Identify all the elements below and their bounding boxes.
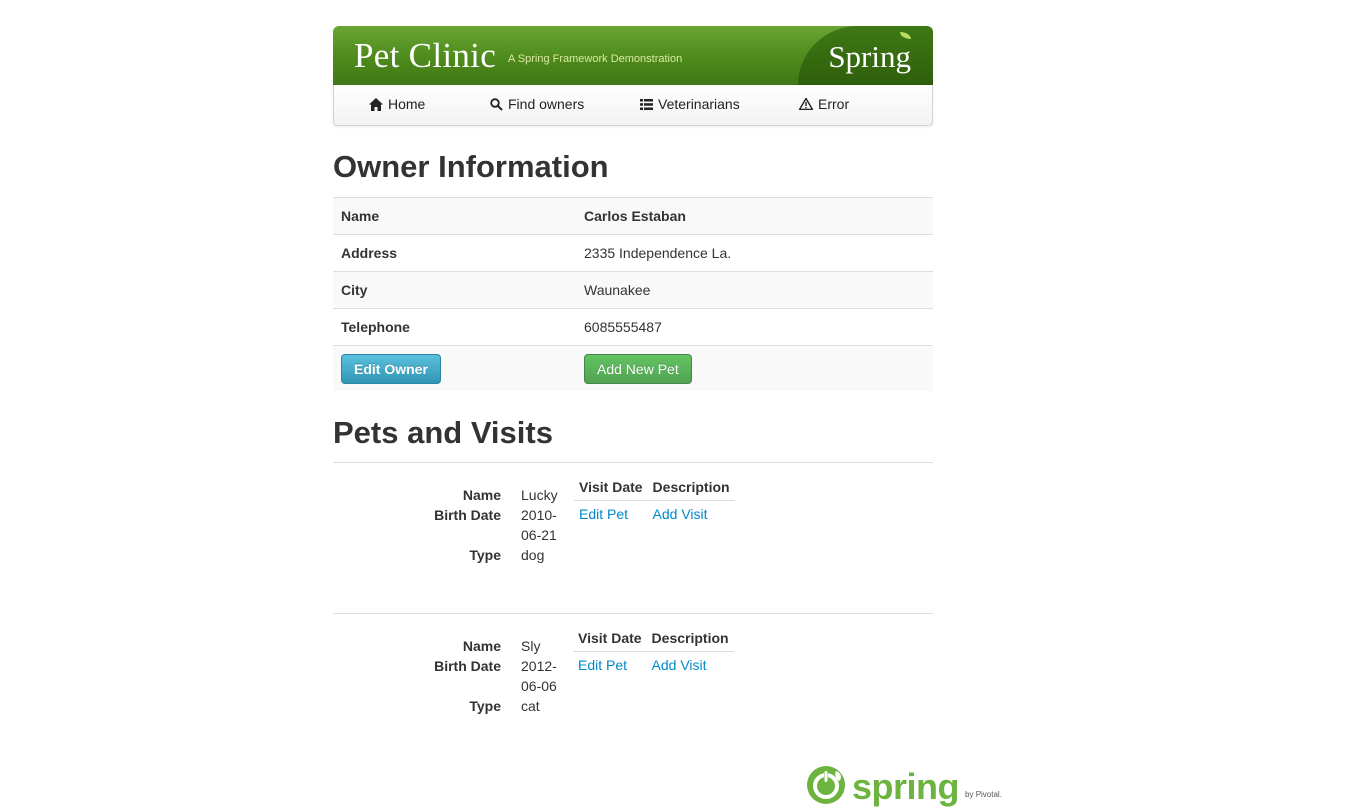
owner-city-value: Waunakee (576, 271, 933, 309)
owner-name-label: Name (333, 197, 576, 235)
nav-find-owners[interactable]: Find owners (490, 96, 584, 112)
pet-type-label: Type (469, 698, 501, 714)
nav-error-label: Error (818, 96, 850, 112)
spring-logo-text: Spring (828, 39, 911, 74)
spring-logo-icon (807, 766, 845, 804)
owner-info-table: Name Carlos Estaban Address 2335 Indepen… (333, 197, 933, 391)
pet-birth-date-label: Birth Date (434, 658, 501, 674)
owner-row-telephone: Telephone 6085555487 (333, 308, 933, 346)
owner-telephone-label: Telephone (333, 308, 576, 346)
owner-actions-row: Edit Owner Add New Pet (333, 345, 933, 391)
edit-owner-button[interactable]: Edit Owner (341, 353, 441, 384)
footer-logo-by: by Pivotal. (965, 790, 1002, 799)
list-icon (640, 98, 653, 110)
nav-home[interactable]: Home (369, 96, 425, 112)
footer-logo-word: spring (852, 766, 960, 807)
pet-type-value: dog (521, 547, 545, 563)
pet-name-label: Name (462, 487, 501, 503)
owner-heading: Owner Information (333, 149, 609, 184)
visits-table: Visit Date Description Edit Pet Add Visi… (573, 626, 734, 678)
warning-icon (799, 98, 813, 110)
owner-row-city: City Waunakee (333, 271, 933, 309)
edit-pet-link[interactable]: Edit Pet (579, 506, 628, 522)
pet-birth-date-value: 2012- (521, 658, 557, 674)
owner-name-value: Carlos Estaban (576, 197, 933, 235)
pet-birth-date-value-cont: 06-06 (521, 678, 557, 694)
pet-divider (333, 462, 933, 463)
pet-birth-date-value: 2010- (521, 507, 557, 523)
visit-date-header: Visit Date (574, 475, 648, 501)
owner-city-label: City (333, 271, 576, 309)
visit-description-header: Description (647, 475, 735, 501)
visit-description-header: Description (646, 626, 734, 652)
main-navbar: Home Find owners Veterinarians Error (333, 85, 933, 126)
search-icon (490, 97, 503, 111)
owner-telephone-value: 6085555487 (576, 308, 933, 346)
pet-name-label: Name (462, 638, 501, 654)
nav-home-label: Home (388, 96, 426, 112)
pet-birth-date-label: Birth Date (434, 507, 501, 523)
header-banner: Pet Clinic A Spring Framework Demonstrat… (333, 26, 933, 85)
add-visit-link[interactable]: Add Visit (652, 657, 707, 673)
add-visit-link[interactable]: Add Visit (653, 506, 708, 522)
pet-divider (333, 613, 933, 614)
owner-row-name: Name Carlos Estaban (333, 197, 933, 235)
app-subtitle: A Spring Framework Demonstration (508, 53, 683, 65)
nav-veterinarians-label: Veterinarians (658, 96, 740, 112)
nav-error[interactable]: Error (799, 96, 849, 112)
app-title: Pet Clinic (354, 36, 497, 75)
pet-birth-date-value-cont: 06-21 (521, 527, 557, 543)
nav-veterinarians[interactable]: Veterinarians (640, 96, 740, 112)
pet-type-label: Type (469, 547, 501, 563)
nav-find-owners-label: Find owners (508, 96, 585, 112)
add-new-pet-button[interactable]: Add New Pet (584, 353, 692, 384)
owner-address-label: Address (333, 234, 576, 272)
edit-pet-link[interactable]: Edit Pet (578, 657, 627, 673)
owner-address-value: 2335 Independence La. (576, 234, 933, 272)
pet-name-value: Lucky (521, 487, 558, 503)
home-icon (369, 97, 383, 111)
page-container: Pet Clinic A Spring Framework Demonstrat… (333, 26, 933, 714)
pet-type-value: cat (521, 698, 540, 714)
visit-date-header: Visit Date (573, 626, 647, 652)
footer-spring-logo: spring by Pivotal. (806, 765, 1002, 805)
visits-table: Visit Date Description Edit Pet Add Visi… (574, 475, 735, 527)
pets-heading: Pets and Visits (333, 415, 553, 450)
owner-row-address: Address 2335 Independence La. (333, 234, 933, 272)
pet-name-value: Sly (521, 638, 541, 654)
